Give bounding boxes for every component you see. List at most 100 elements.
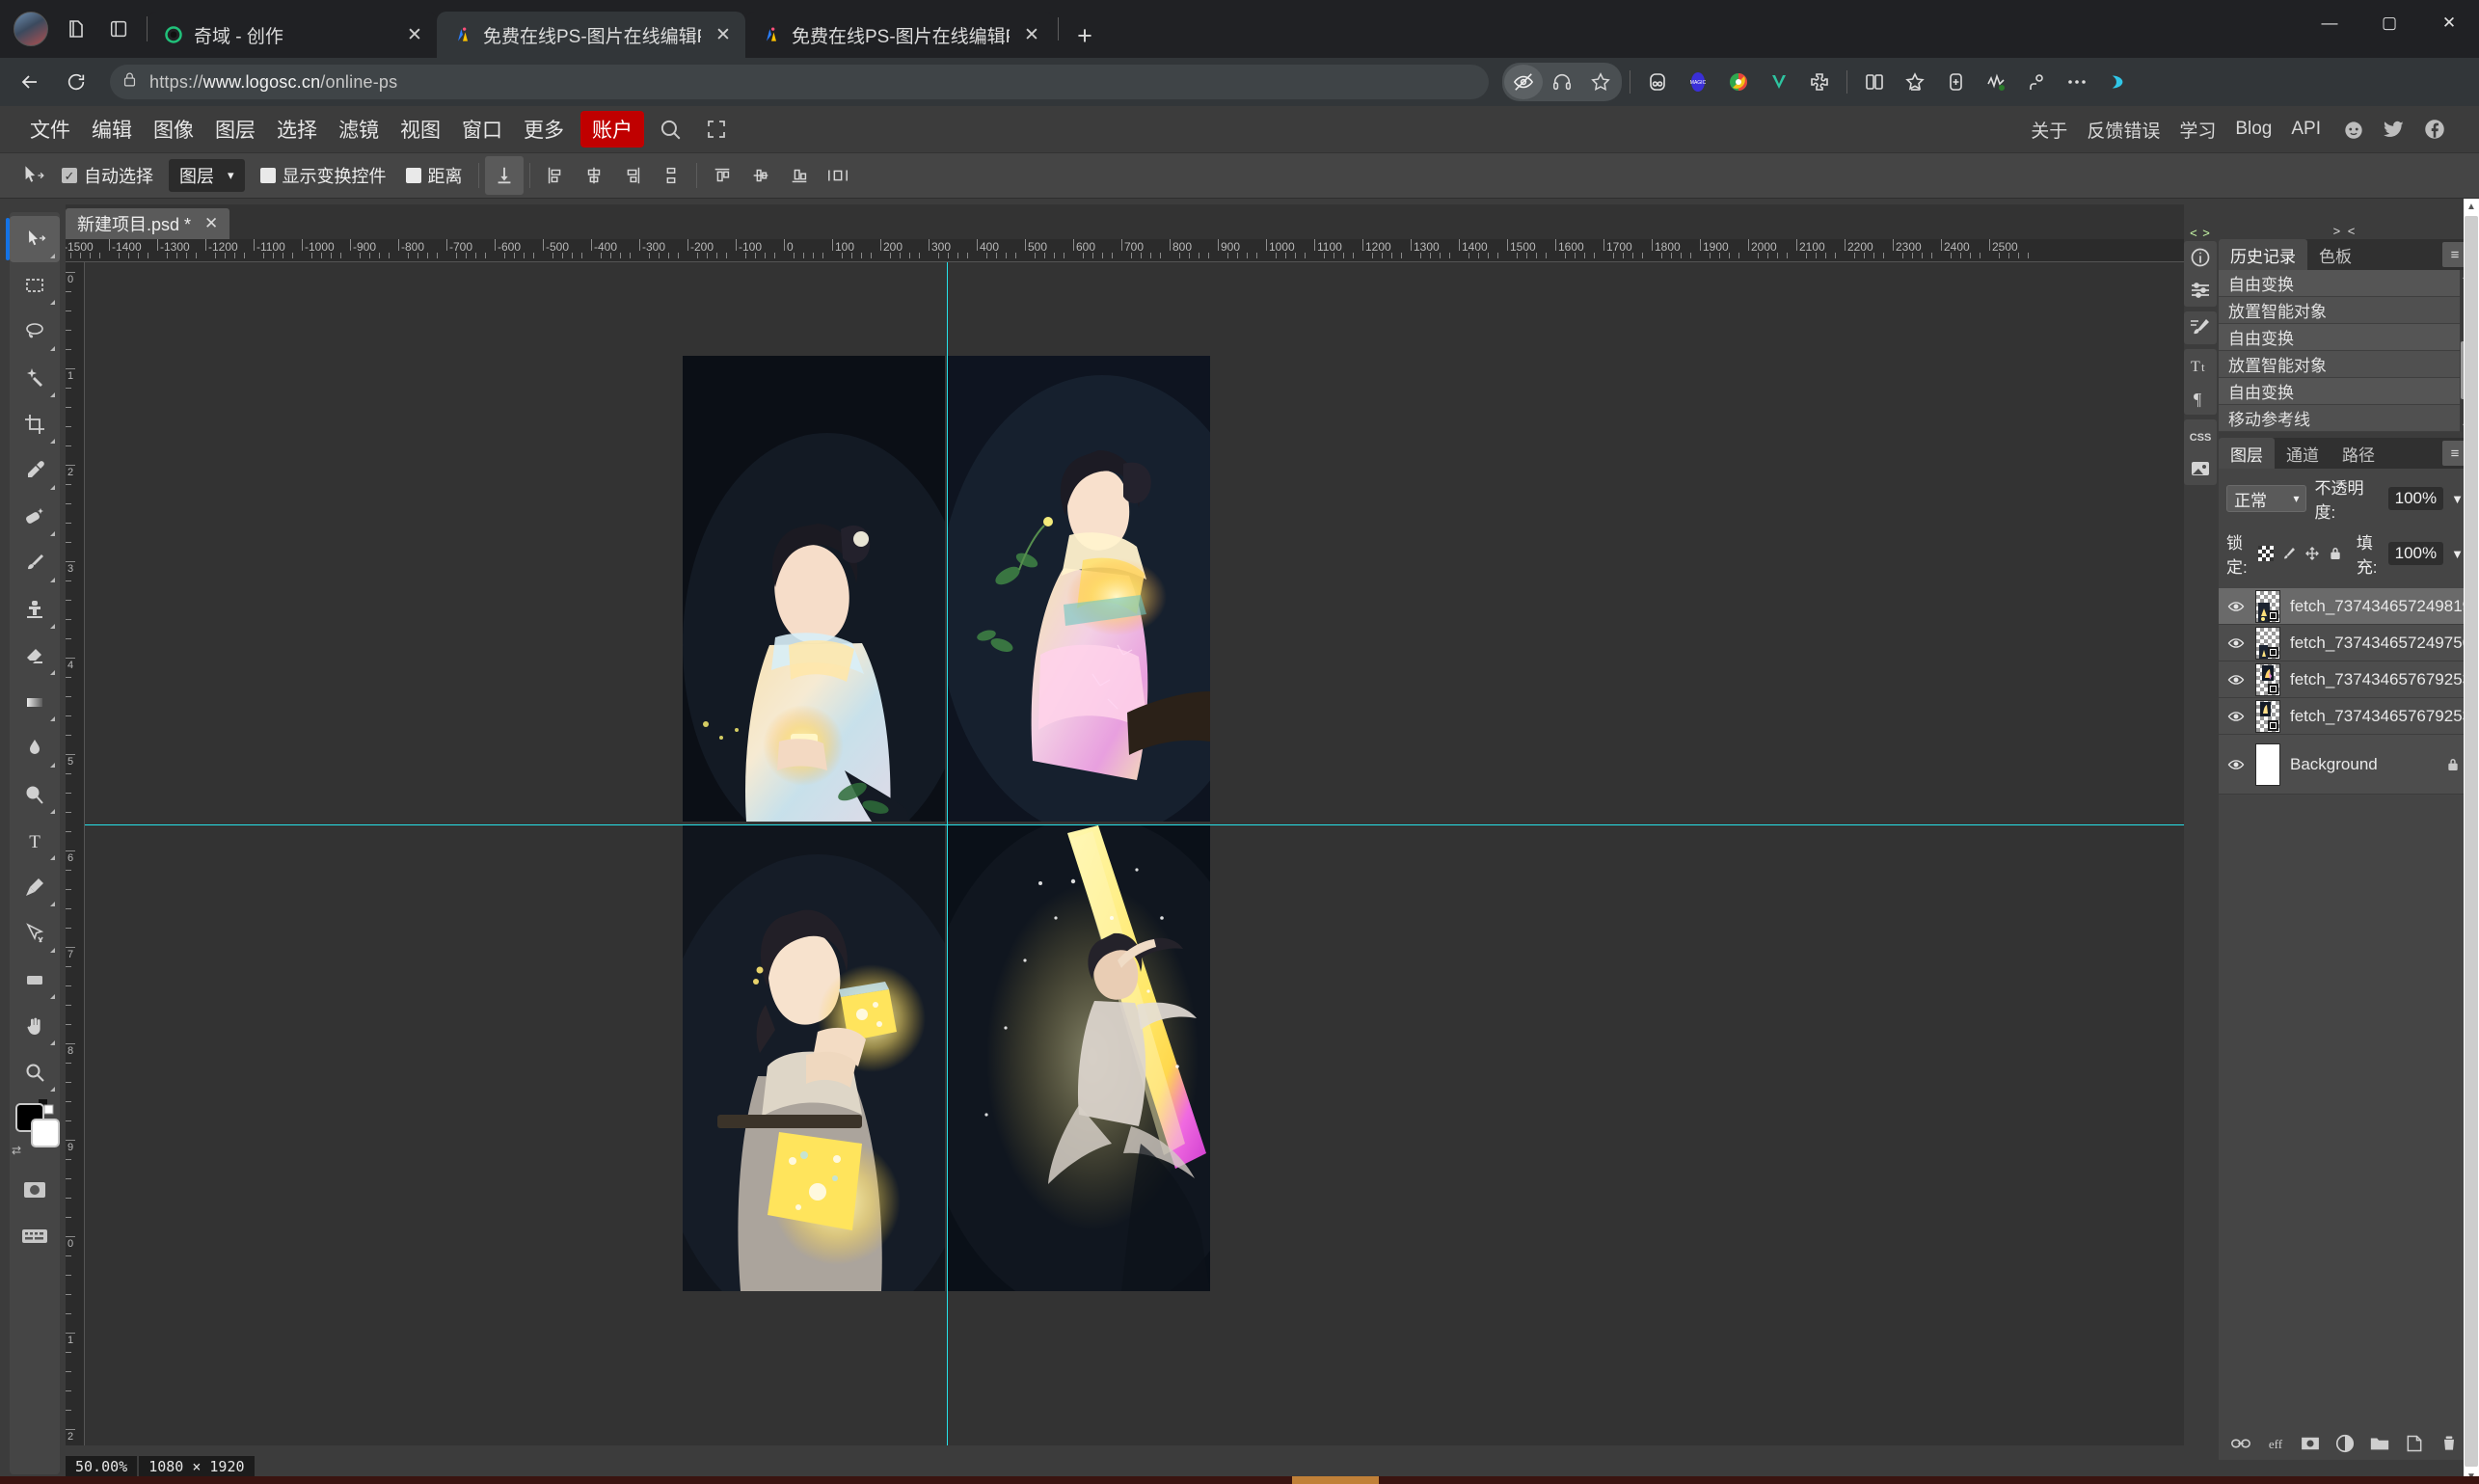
tab-swatches[interactable]: 色板 xyxy=(2307,239,2363,270)
link-blog[interactable]: Blog xyxy=(2225,115,2281,144)
glasses-icon[interactable] xyxy=(1638,63,1677,101)
lock-pixels-icon[interactable] xyxy=(2281,545,2297,562)
target-select[interactable]: 图层 ▾ xyxy=(169,159,245,192)
character-icon[interactable]: Tt xyxy=(2184,349,2217,382)
layer-thumbnail[interactable] xyxy=(2255,589,2280,623)
swap-colors-icon[interactable]: ⇄ xyxy=(12,1144,21,1157)
tool-marquee-tool[interactable] xyxy=(10,262,60,309)
layer-thumbnail[interactable] xyxy=(2255,662,2280,696)
tool-blur-tool[interactable] xyxy=(10,725,60,771)
panel-collapse-hint[interactable]: > < xyxy=(2219,224,2471,239)
menu-edit[interactable]: 编辑 xyxy=(81,111,143,148)
distribute-icon[interactable] xyxy=(484,156,524,195)
link-feedback[interactable]: 反馈错误 xyxy=(2077,113,2169,147)
distance-checkbox[interactable]: 距离 xyxy=(405,163,463,188)
history-item[interactable]: 自由变换 xyxy=(2219,270,2471,297)
layer-name[interactable]: fetch_737434657249819 xyxy=(2290,597,2471,616)
fill-value[interactable]: 100% xyxy=(2387,542,2444,565)
align-middle-icon[interactable] xyxy=(741,156,780,195)
color-swatches[interactable]: ⇄ xyxy=(10,1099,60,1161)
tool-shape-tool[interactable] xyxy=(10,957,60,1003)
layers-list[interactable]: fetch_737434657249819 fetch_737434657249… xyxy=(2219,588,2471,795)
history-item[interactable]: 移动参考线 xyxy=(2219,405,2471,432)
magic-icon[interactable]: MAGIC xyxy=(1679,63,1717,101)
new-tab-button[interactable]: + xyxy=(1063,13,1107,58)
layer-thumbnail[interactable] xyxy=(2255,699,2280,733)
layer-thumbnail[interactable] xyxy=(2255,742,2280,786)
tool-pen-tool[interactable] xyxy=(10,864,60,910)
tool-dodge-tool[interactable] xyxy=(10,771,60,818)
menu-view[interactable]: 视图 xyxy=(390,111,451,148)
vertical-ruler[interactable]: 0 1 2 3 4 5 6 7 8 9 0 1 2 xyxy=(66,262,85,1445)
document-close-icon[interactable]: ✕ xyxy=(204,214,218,233)
v-icon[interactable] xyxy=(1760,63,1798,101)
link-layers-icon[interactable] xyxy=(2229,1432,2252,1455)
align-bottom-icon[interactable] xyxy=(780,156,819,195)
fill-dropdown-icon[interactable]: ▼ xyxy=(2451,547,2464,561)
color-wheel-icon[interactable] xyxy=(1719,63,1758,101)
info-icon[interactable] xyxy=(2184,241,2217,274)
puzzle-icon[interactable] xyxy=(1800,63,1839,101)
tool-magic-wand-tool[interactable] xyxy=(10,355,60,401)
history-item[interactable]: 放置智能对象 xyxy=(2219,297,2471,324)
star-icon[interactable] xyxy=(1581,65,1620,99)
layer-mask-icon[interactable] xyxy=(2299,1432,2322,1455)
distribute-h-icon[interactable] xyxy=(819,156,857,195)
link-learn[interactable]: 学习 xyxy=(2169,113,2225,147)
menu-image[interactable]: 图像 xyxy=(143,111,204,148)
reload-button[interactable] xyxy=(56,62,96,102)
menu-filter[interactable]: 滤镜 xyxy=(328,111,390,148)
artwork-top-right[interactable] xyxy=(948,356,1210,822)
browser-tab-2[interactable]: 免费在线PS-图片在线编辑PSD文件 ✕ xyxy=(745,12,1054,58)
canvas-area[interactable] xyxy=(85,262,2184,1445)
horizontal-ruler[interactable]: -1500 -1400 -1300 -1200 -1100 -1000 -900 -800 -7… xyxy=(66,239,2184,262)
opacity-value[interactable]: 100% xyxy=(2387,487,2444,510)
menu-more[interactable]: 更多 xyxy=(513,111,575,148)
menu-select[interactable]: 选择 xyxy=(266,111,328,148)
tool-camera-tool[interactable] xyxy=(10,1167,60,1213)
account-button[interactable]: 账户 xyxy=(580,111,644,148)
split-screen-icon[interactable] xyxy=(1855,63,1894,101)
lock-position-icon[interactable] xyxy=(2304,545,2320,562)
layer-name[interactable]: fetch_737434657679253 xyxy=(2290,707,2471,726)
new-group-icon[interactable] xyxy=(2368,1432,2391,1455)
page-scrollbar-thumb[interactable] xyxy=(2465,216,2478,1467)
lock-all-icon[interactable] xyxy=(2328,545,2343,562)
opacity-dropdown-icon[interactable]: ▼ xyxy=(2451,492,2464,506)
reddit-icon[interactable] xyxy=(2336,112,2371,147)
layer-row[interactable]: Background xyxy=(2219,735,2471,795)
close-window-button[interactable]: ✕ xyxy=(2419,0,2479,46)
history-item[interactable]: 自由变换 xyxy=(2219,378,2471,405)
tab-channels[interactable]: 通道 xyxy=(2275,438,2331,469)
tool-keyboard-tool[interactable] xyxy=(10,1213,60,1259)
move-tool-icon[interactable] xyxy=(13,156,52,195)
performance-icon[interactable] xyxy=(1977,63,2015,101)
maximize-button[interactable]: ▢ xyxy=(2359,0,2419,46)
menu-file[interactable]: 文件 xyxy=(19,111,81,148)
tab-close-button[interactable]: ✕ xyxy=(711,22,736,47)
minimize-button[interactable]: — xyxy=(2300,0,2359,46)
align-left-icon[interactable] xyxy=(536,156,575,195)
adjustments-icon[interactable] xyxy=(2184,274,2217,307)
layer-visibility-icon[interactable] xyxy=(2226,634,2246,653)
layer-row[interactable]: fetch_737434657249756 xyxy=(2219,625,2471,661)
split-pane-icon[interactable] xyxy=(104,14,133,43)
distribute-v-icon[interactable] xyxy=(652,156,690,195)
history-item[interactable]: 放置智能对象 xyxy=(2219,351,2471,378)
layer-name[interactable]: fetch_737434657249756 xyxy=(2290,634,2471,653)
eye-off-icon[interactable] xyxy=(1504,65,1543,99)
layer-effects-icon[interactable]: eff xyxy=(2264,1432,2287,1455)
vertical-guide[interactable] xyxy=(947,262,948,1445)
auto-select-checkbox[interactable]: ✓ 自动选择 xyxy=(62,163,153,188)
artwork-bottom-right[interactable] xyxy=(948,825,1210,1291)
tool-lasso-tool[interactable] xyxy=(10,309,60,355)
layer-visibility-icon[interactable] xyxy=(2226,597,2246,616)
tab-layers[interactable]: 图层 xyxy=(2219,438,2275,469)
tab-history[interactable]: 历史记录 xyxy=(2219,239,2307,270)
collections-icon[interactable] xyxy=(1896,63,1934,101)
layer-name[interactable]: Background xyxy=(2290,755,2433,774)
tool-zoom-tool[interactable] xyxy=(10,1049,60,1095)
layer-visibility-icon[interactable] xyxy=(2226,755,2246,774)
facebook-icon[interactable] xyxy=(2417,112,2452,147)
align-right-icon[interactable] xyxy=(613,156,652,195)
